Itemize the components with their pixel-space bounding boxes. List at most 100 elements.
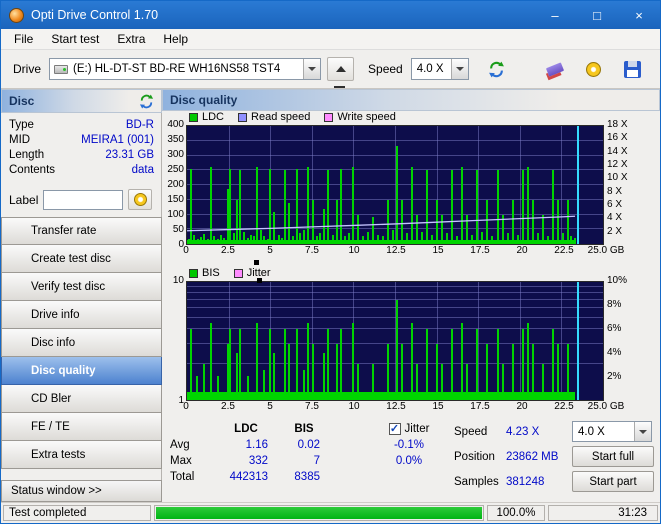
sidebar-item-fe-te[interactable]: FE / TE	[1, 413, 162, 441]
legend-label: Read speed	[251, 111, 311, 123]
y-axis-right: 18 X 16 X 14 X 12 X 10 X8 X6 X 4 X2 X	[604, 120, 642, 245]
gridline	[187, 327, 603, 329]
axis-tick-label: 17.5	[470, 401, 490, 412]
speed-stat-value: 4.23 X	[506, 425, 540, 438]
axis-tick-label: 200	[167, 179, 184, 190]
disc-tools-button[interactable]	[580, 56, 607, 82]
axis-tick-label: 2 X	[607, 225, 623, 237]
save-icon	[624, 60, 641, 78]
menu-start-test[interactable]: Start test	[42, 30, 108, 48]
sidebar-item-drive-info[interactable]: Drive info	[1, 301, 162, 329]
jitter-toggle[interactable]: Jitter	[376, 421, 442, 437]
write-label-button[interactable]	[128, 189, 153, 210]
sidebar-item-extra-tests[interactable]: Extra tests	[1, 441, 162, 469]
chart-bar	[216, 375, 219, 400]
eraser-icon	[545, 61, 564, 77]
y-axis-left: 10 1	[162, 276, 186, 406]
start-part-button[interactable]: Start part	[572, 471, 654, 492]
gridline	[187, 299, 603, 301]
speed-select-toolbar[interactable]: 4.0 X	[410, 58, 469, 80]
info-label: MID	[9, 133, 31, 146]
status-window-button[interactable]: Status window >>	[1, 480, 162, 502]
empty-cell	[170, 421, 214, 437]
axis-tick-label: 8%	[607, 299, 622, 310]
page-title: Disc quality	[162, 89, 660, 111]
empty-cell	[330, 469, 376, 485]
axis-tick-label: 2.5	[221, 401, 235, 412]
refresh-speeds-button[interactable]	[483, 56, 510, 82]
empty-cell	[330, 421, 376, 437]
info-row-mid: MID MEIRA1 (001)	[1, 132, 162, 147]
chart-bar	[542, 364, 545, 400]
legend-label: LDC	[202, 111, 225, 123]
start-full-button[interactable]: Start full	[572, 446, 654, 467]
sidebar-item-disc-info[interactable]: Disc info	[1, 329, 162, 357]
max-jitter-value: 0.0%	[395, 455, 423, 467]
chart-bar	[552, 328, 555, 400]
chart-bar	[229, 328, 232, 400]
row-label-total: Total	[170, 471, 195, 483]
sidebar-item-create-test-disc[interactable]: Create test disc	[1, 245, 162, 273]
info-row-type: Type BD-R	[1, 117, 162, 132]
gridline	[187, 292, 603, 294]
position-stat-label: Position	[454, 450, 495, 463]
eject-button[interactable]	[327, 57, 355, 88]
jitter-checkbox[interactable]	[388, 423, 401, 435]
sidebar-item-cd-bler[interactable]: CD Bler	[1, 385, 162, 413]
info-value: BD-R	[125, 118, 154, 131]
chevron-down-icon[interactable]	[303, 59, 321, 79]
drive-select[interactable]: (E:) HL-DT-ST BD-RE WH16NS58 TST4	[49, 58, 322, 80]
chart-bar	[410, 322, 413, 400]
drive-icon	[54, 64, 69, 74]
chevron-down-icon[interactable]	[634, 422, 651, 441]
samples-stat-value: 381248	[506, 475, 545, 488]
scan-speed-select[interactable]: 4.0 X	[572, 421, 652, 442]
chart-bar	[440, 364, 443, 400]
legend-label: BIS	[202, 267, 220, 279]
label-row: Label	[1, 189, 162, 210]
menu-file[interactable]: File	[5, 30, 42, 48]
axis-marker	[254, 260, 259, 265]
chart-bar	[339, 328, 342, 400]
toolbar: Drive (E:) HL-DT-ST BD-RE WH16NS58 TST4 …	[1, 50, 660, 89]
axis-tick-label: 10 X	[607, 172, 628, 184]
legend-label: Write speed	[337, 111, 396, 123]
sidebar-item-verify-test-disc[interactable]: Verify test disc	[1, 273, 162, 301]
chart-bar	[295, 328, 298, 400]
chart-bar	[522, 328, 525, 400]
menu-extra[interactable]: Extra	[108, 30, 154, 48]
maximize-button[interactable]: □	[576, 1, 618, 29]
sidebar-item-disc-quality[interactable]: Disc quality	[1, 357, 162, 385]
axis-marker	[257, 278, 262, 283]
chart-bar	[352, 322, 355, 400]
axis-tick-label: 2%	[607, 371, 622, 382]
chevron-down-icon[interactable]	[450, 59, 468, 79]
app-icon	[9, 7, 24, 23]
chart-bar	[327, 328, 330, 400]
minimize-button[interactable]: –	[534, 1, 576, 29]
axis-tick-label: 5	[267, 245, 273, 256]
chart-bar	[435, 343, 438, 400]
disc-header-label: Disc	[9, 94, 35, 108]
close-button[interactable]: ×	[618, 1, 660, 29]
info-value[interactable]: data	[132, 164, 154, 176]
label-input[interactable]	[43, 189, 124, 210]
axis-tick-label: 10	[172, 275, 184, 286]
y-axis-right: 10% 8% 6% 4% 2%	[604, 276, 642, 401]
info-value: MEIRA1 (001)	[81, 133, 154, 146]
chart-bar	[465, 364, 468, 400]
axis-tick-label: 12 X	[607, 158, 628, 170]
axis-tick-label: 6 X	[607, 198, 623, 210]
rescan-disc-icon[interactable]	[139, 94, 154, 109]
scan-speed-value: 4.0 X	[578, 425, 605, 438]
sidebar-item-transfer-rate[interactable]: Transfer rate	[1, 217, 162, 245]
save-results-button[interactable]	[619, 56, 646, 82]
erase-results-button[interactable]	[541, 56, 568, 82]
axis-tick-label: 20	[516, 245, 528, 256]
window-title: Opti Drive Control 1.70	[31, 8, 159, 22]
axis-tick-label: 5	[267, 401, 273, 412]
chart-bar	[396, 300, 399, 400]
gridline	[187, 316, 603, 318]
refresh-icon	[488, 61, 504, 77]
menu-help[interactable]: Help	[154, 30, 197, 48]
